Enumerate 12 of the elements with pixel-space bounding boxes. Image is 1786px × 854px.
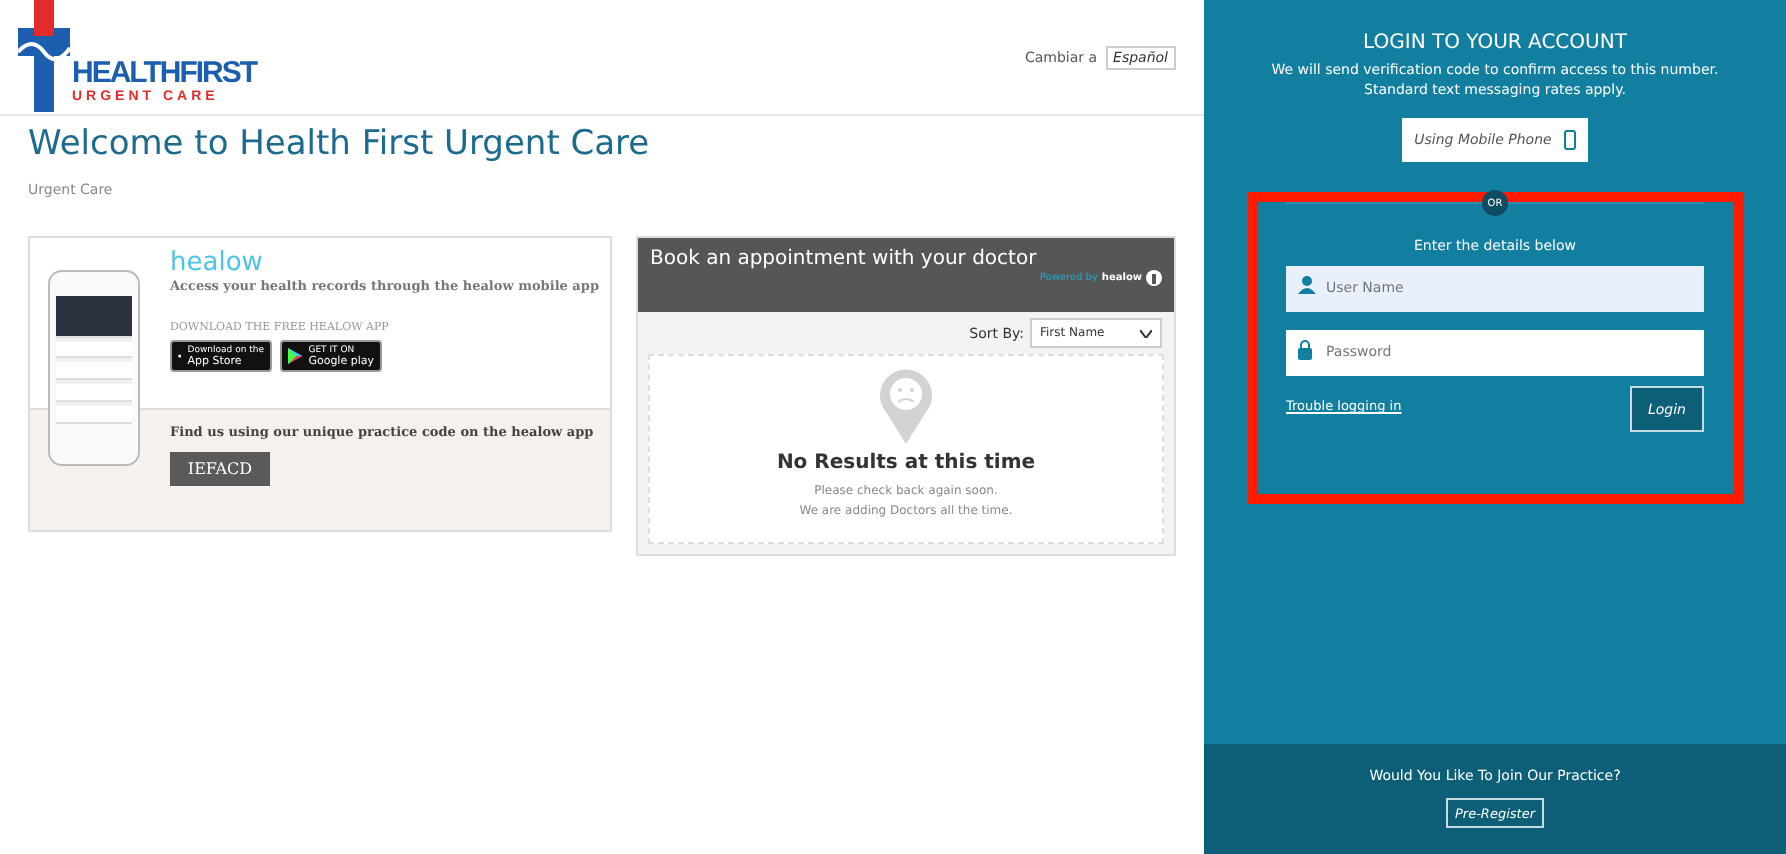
- phone-icon: [1563, 130, 1576, 150]
- practice-code: IEFACD: [170, 452, 270, 486]
- page-title: Welcome to Health First Urgent Care: [28, 122, 652, 166]
- healow-icon: [1146, 270, 1162, 286]
- logo-brand: HEALTHFIRST: [72, 57, 257, 89]
- appointment-title: Book an appointment with your doctor: [650, 248, 1039, 270]
- healow-logo: healow: [170, 250, 265, 278]
- play-icon: [288, 346, 303, 366]
- login-title: LOGIN TO YOUR ACCOUNT: [1363, 32, 1627, 54]
- map-pin-icon: [880, 368, 932, 444]
- caret-icon: [1140, 329, 1152, 337]
- empty-title: No Results at this time: [776, 452, 1036, 474]
